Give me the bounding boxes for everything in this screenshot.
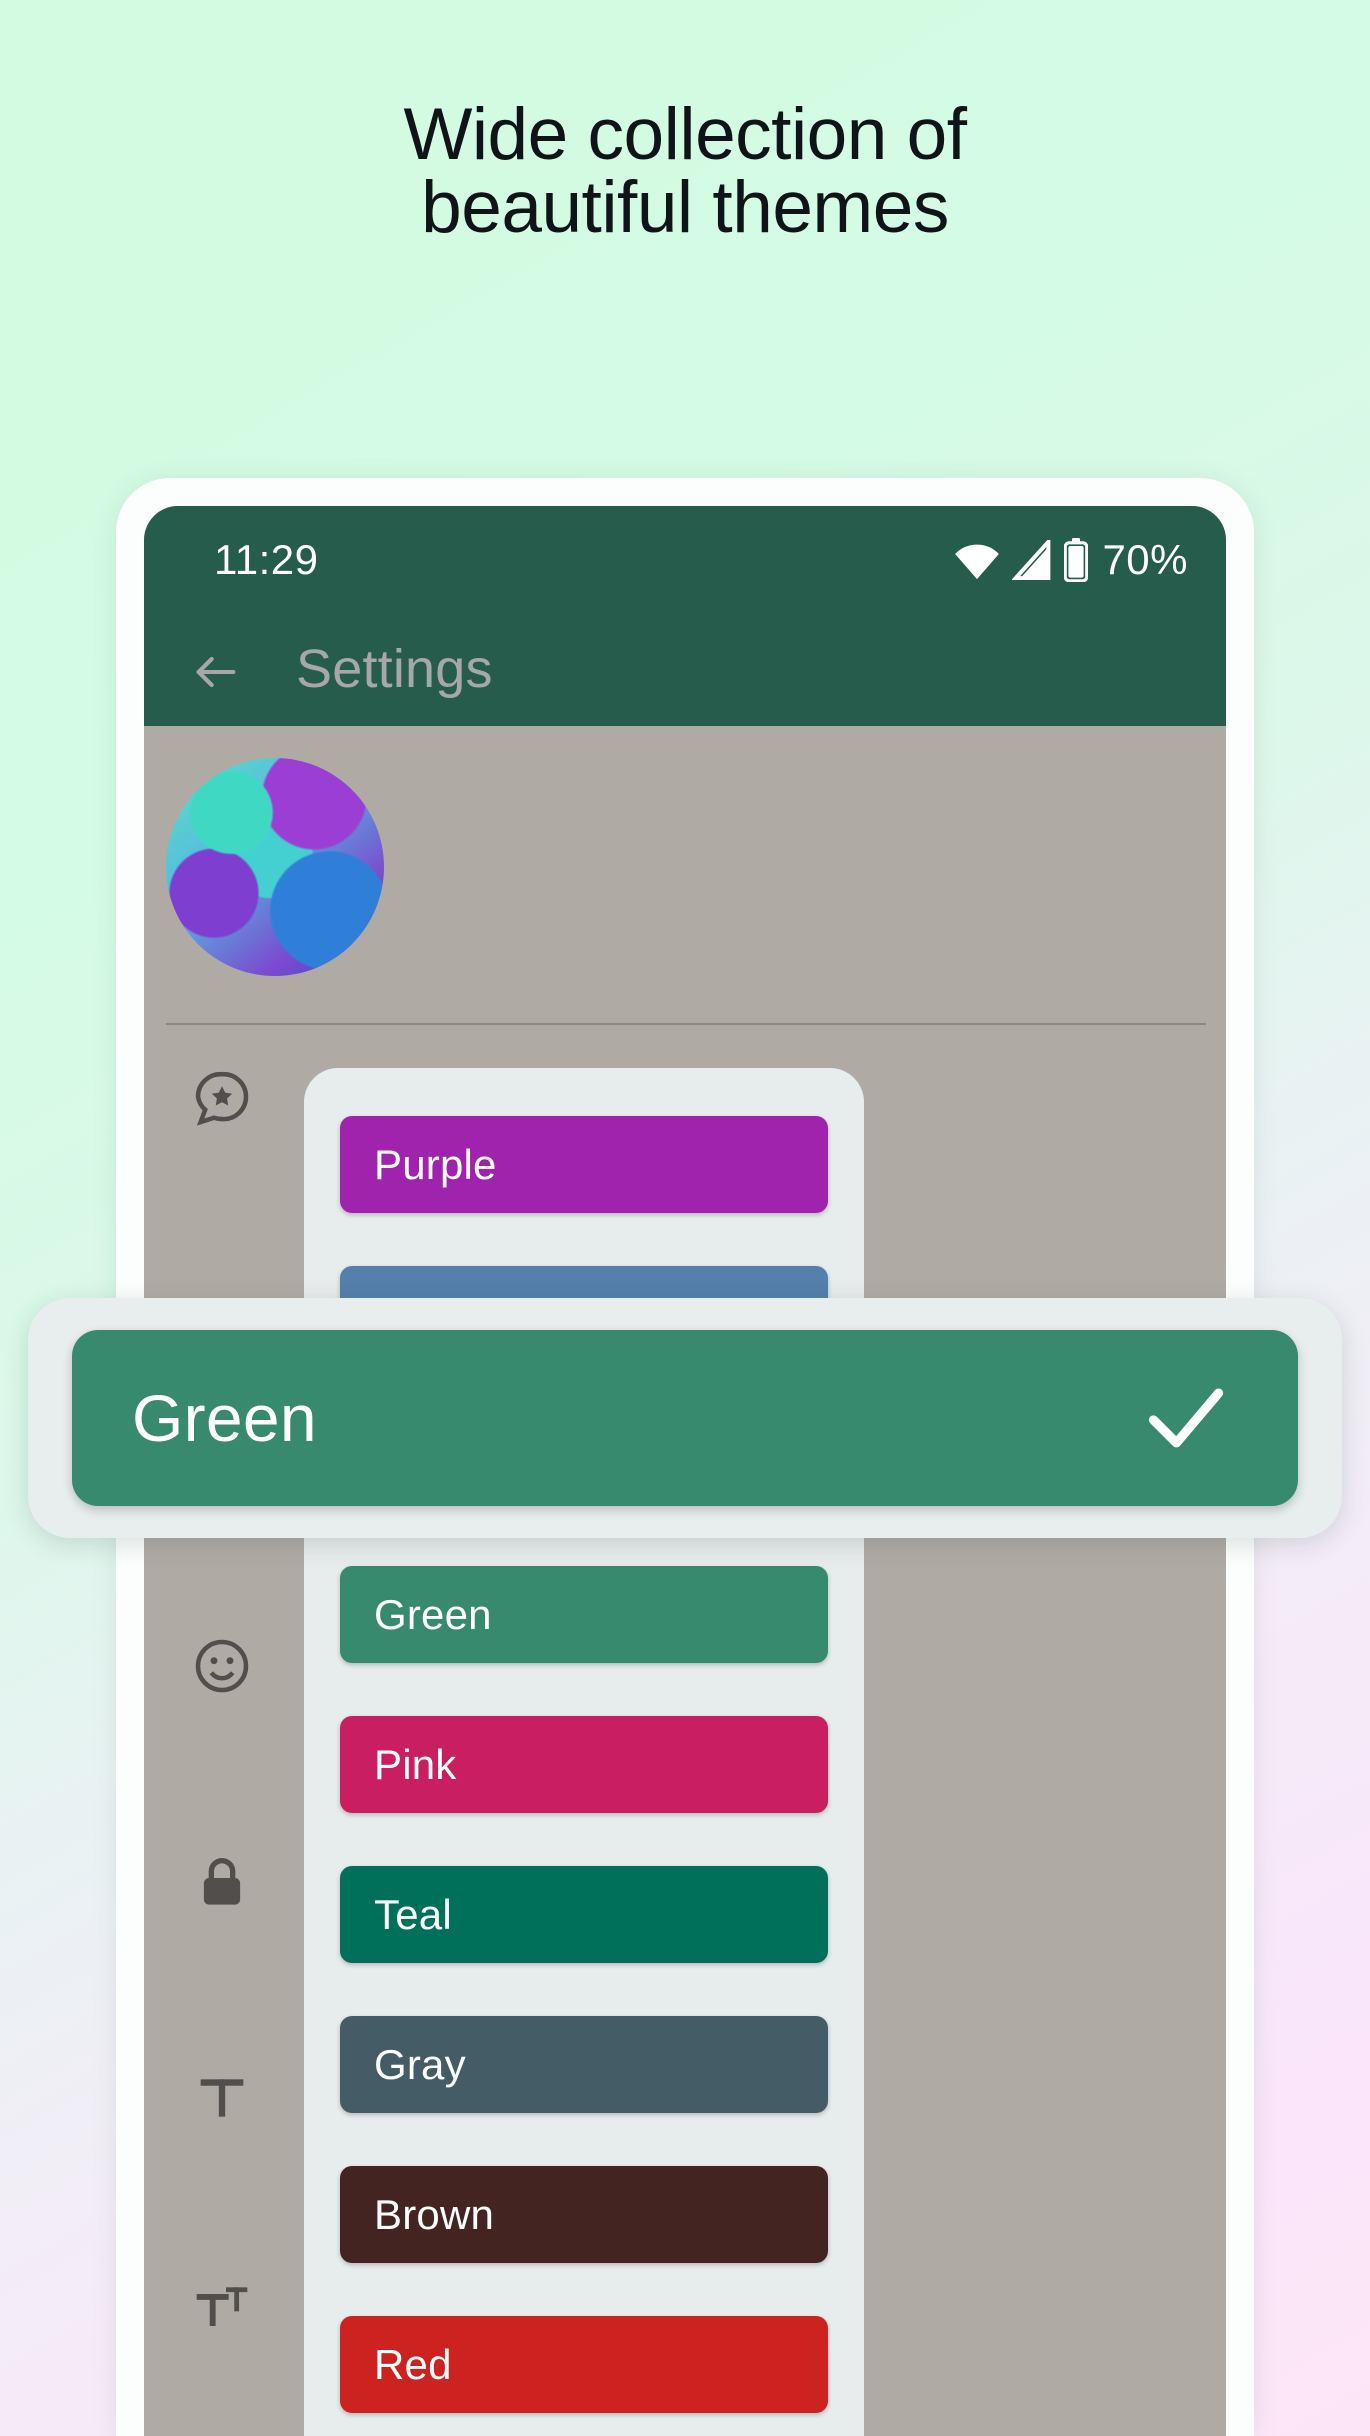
theme-option-green[interactable]: Green <box>340 1566 828 1663</box>
theme-option-green-magnified[interactable]: Green <box>72 1330 1298 1506</box>
emoji-icon[interactable] <box>190 1634 254 1698</box>
battery-percent: 70% <box>1102 536 1188 583</box>
status-time: 11:29 <box>214 536 319 583</box>
page-title: Wide collection of beautiful themes <box>403 94 967 248</box>
app-toolbar: Settings <box>144 616 1226 726</box>
battery-icon <box>1064 538 1089 582</box>
promo-screen: Wide collection of beautiful themes 11:2… <box>0 0 1370 2436</box>
theme-option-purple[interactable]: Purple <box>340 1116 828 1213</box>
theme-option-teal[interactable]: Teal <box>340 1866 828 1963</box>
status-indicators: 70% <box>954 536 1188 584</box>
wifi-icon <box>954 540 1000 580</box>
back-arrow-icon[interactable] <box>190 646 242 698</box>
chat-star-icon[interactable] <box>190 1066 254 1130</box>
theme-option-gray[interactable]: Gray <box>340 2016 828 2113</box>
theme-option-brown[interactable]: Brown <box>340 2166 828 2263</box>
selected-theme-callout: Green <box>28 1298 1342 1538</box>
theme-option-label: Gray <box>374 2040 466 2088</box>
avatar <box>166 758 384 976</box>
theme-option-red[interactable]: Red <box>340 2316 828 2413</box>
divider <box>166 1023 1206 1025</box>
theme-option-label: Pink <box>374 1740 457 1788</box>
theme-option-label: Green <box>374 1590 492 1638</box>
theme-option-label: Red <box>374 2340 452 2388</box>
theme-option-label: Brown <box>374 2190 495 2238</box>
cellular-signal-icon <box>1012 540 1052 580</box>
theme-option-label: Purple <box>374 1140 497 1188</box>
text-size-icon[interactable] <box>190 2066 254 2130</box>
status-bar: 11:29 70% <box>144 506 1226 616</box>
font-icon[interactable] <box>190 2278 254 2342</box>
lock-icon[interactable] <box>190 1850 254 1914</box>
theme-option-pink[interactable]: Pink <box>340 1716 828 1813</box>
theme-option-label: Teal <box>374 1890 452 1938</box>
check-icon <box>1140 1372 1232 1464</box>
theme-option-label: Green <box>132 1381 317 1455</box>
toolbar-title: Settings <box>296 639 493 699</box>
theme-chooser-dialog: Purple Blue Black Green Pink Teal <box>304 1068 864 2436</box>
